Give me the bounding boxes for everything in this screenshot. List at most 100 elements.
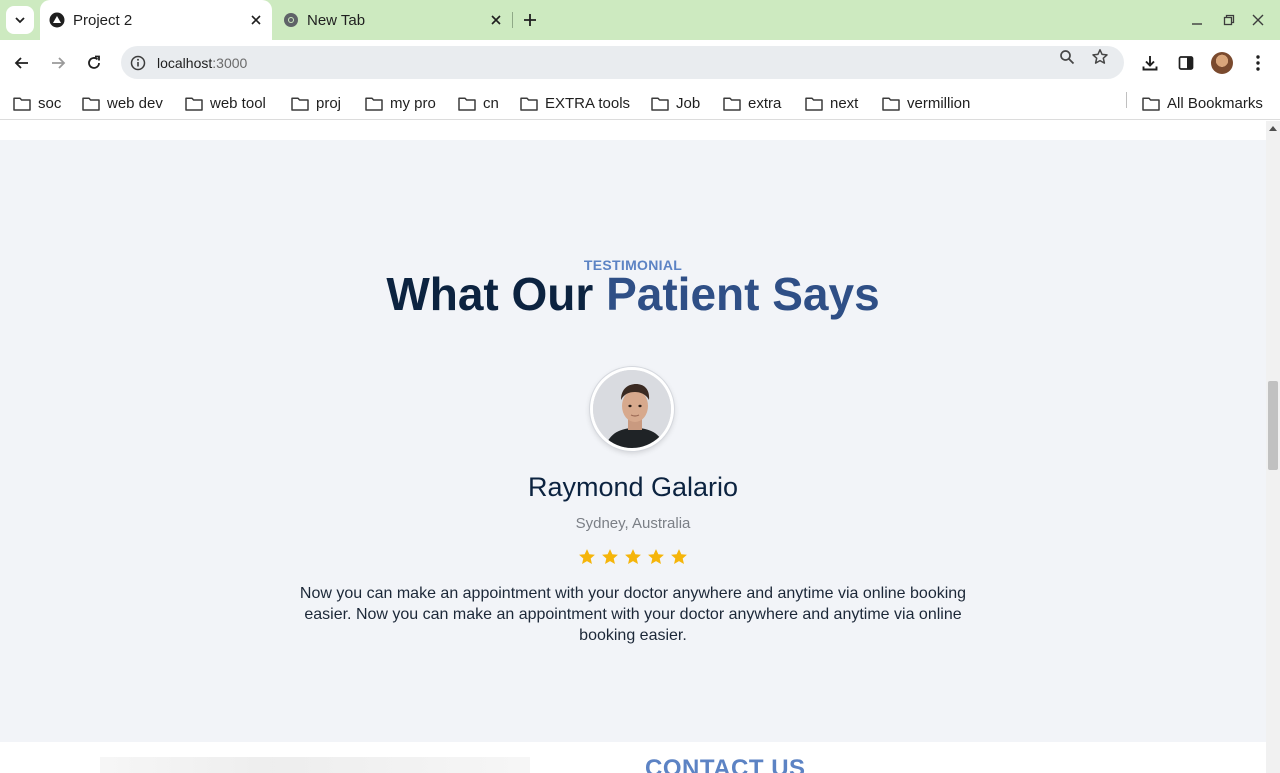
bookmark-label: All Bookmarks	[1167, 94, 1263, 112]
bookmark-folder-web-dev[interactable]: web dev	[82, 92, 163, 114]
tab-new-tab[interactable]: New Tab	[274, 0, 512, 40]
scroll-up-button[interactable]	[1266, 121, 1280, 135]
bookmark-label: proj	[316, 94, 342, 112]
triangle-up-icon	[1269, 126, 1277, 131]
star-icon	[671, 549, 687, 565]
close-icon	[1252, 14, 1264, 26]
bookmark-folder-my-pro[interactable]: my pro	[365, 92, 436, 114]
site-info-icon[interactable]	[129, 54, 147, 72]
folder-icon	[365, 96, 383, 111]
bookmark-star-button[interactable]	[1090, 47, 1110, 67]
forward-button[interactable]	[44, 49, 72, 77]
contact-image	[100, 757, 530, 773]
tab-title: New Tab	[307, 11, 366, 29]
side-panel-button[interactable]	[1175, 52, 1197, 74]
patient-location: Sydney, Australia	[575, 515, 691, 532]
back-button[interactable]	[8, 49, 36, 77]
reload-icon	[88, 55, 100, 69]
address-bar[interactable]: localhost:3000	[121, 46, 1124, 79]
folder-icon	[13, 96, 31, 111]
bookmark-label: web dev	[107, 94, 163, 112]
folder-icon	[185, 96, 203, 111]
star-outline-icon	[1092, 49, 1108, 64]
bookmark-folder-extra-tools[interactable]: EXTRA tools	[520, 92, 630, 114]
arrow-right-icon	[52, 57, 66, 69]
tab-title: Project 2	[73, 11, 133, 29]
page-viewport: TESTIMONIAL What Our Patient Says Raymon…	[0, 121, 1266, 773]
bookmark-folder-proj[interactable]: proj	[291, 92, 341, 114]
folder-icon	[82, 96, 100, 111]
plus-icon	[524, 14, 536, 26]
bookmark-label: extra	[748, 94, 782, 112]
profile-avatar[interactable]	[1211, 52, 1233, 74]
bookmark-folder-web-tool[interactable]: web tool	[185, 92, 266, 114]
bookmark-folder-extra[interactable]: extra	[723, 92, 781, 114]
chrome-icon	[283, 12, 299, 28]
star-rating	[0, 548, 1266, 566]
bookmark-label: EXTRA tools	[545, 94, 631, 112]
zoom-button[interactable]	[1057, 47, 1077, 67]
patient-name: Raymond Galario	[527, 472, 739, 502]
new-tab-button[interactable]	[518, 8, 542, 32]
bookmark-label: cn	[483, 94, 499, 112]
close-window-button[interactable]	[1246, 8, 1270, 32]
bookmark-label: Job	[676, 94, 701, 112]
patient-avatar	[590, 367, 674, 451]
heading-accent: Patient Says	[606, 268, 880, 320]
bookmark-label: vermillion	[907, 94, 971, 112]
browser-toolbar: localhost:3000	[0, 40, 1280, 86]
bookmarks-bar: soc web dev web tool proj my pro cn EXTR…	[0, 86, 1280, 120]
bookmark-folder-soc[interactable]: soc	[13, 92, 61, 114]
tab-divider	[512, 12, 513, 28]
star-icon	[625, 549, 641, 565]
star-icon	[579, 549, 595, 565]
more-vertical-icon	[1256, 55, 1260, 71]
bookmark-folder-vermillion[interactable]: vermillion	[882, 92, 970, 114]
downloads-button[interactable]	[1139, 52, 1161, 74]
close-icon	[251, 15, 261, 25]
magnifier-icon	[1060, 50, 1075, 65]
tab-strip: Project 2 New Tab	[0, 0, 1280, 40]
bookmark-folder-cn[interactable]: cn	[458, 92, 499, 114]
browser-menu-button[interactable]	[1247, 52, 1269, 74]
close-tab-button[interactable]	[246, 10, 266, 30]
contact-heading: CONTACT US	[645, 755, 806, 773]
folder-icon	[882, 96, 900, 111]
bookmark-folder-job[interactable]: Job	[651, 92, 700, 114]
folder-icon	[723, 96, 741, 111]
restore-icon	[1223, 14, 1235, 26]
folder-icon	[458, 96, 476, 111]
minimize-icon	[1192, 23, 1202, 25]
minimize-button[interactable]	[1185, 8, 1209, 32]
bookmark-label: next	[830, 94, 859, 112]
star-icon	[648, 549, 664, 565]
bookmark-folder-next[interactable]: next	[805, 92, 858, 114]
url-text[interactable]: localhost:3000	[157, 55, 247, 71]
folder-icon	[651, 96, 669, 111]
close-icon	[491, 15, 501, 25]
scrollbar-thumb[interactable]	[1268, 381, 1278, 470]
tab-project-2[interactable]: Project 2	[40, 0, 272, 40]
heading-main: What Our	[386, 268, 607, 320]
testimonial-section: TESTIMONIAL What Our Patient Says Raymon…	[0, 140, 1266, 742]
nextjs-icon	[49, 12, 65, 28]
arrow-left-icon	[14, 57, 28, 69]
folder-icon	[805, 96, 823, 111]
all-bookmarks-button[interactable]: All Bookmarks	[1142, 92, 1263, 114]
bookmarks-divider	[1126, 92, 1127, 108]
bookmark-label: soc	[38, 94, 62, 112]
chevron-down-icon	[15, 17, 25, 24]
restore-button[interactable]	[1217, 8, 1241, 32]
bookmark-label: web tool	[210, 94, 266, 112]
close-tab-button[interactable]	[486, 10, 506, 30]
folder-icon	[520, 96, 538, 111]
testimonial-quote: Now you can make an appointment with you…	[299, 585, 967, 644]
folder-icon	[291, 96, 309, 111]
reload-button[interactable]	[80, 49, 108, 77]
download-icon	[1142, 56, 1158, 71]
tab-search-button[interactable]	[6, 6, 34, 34]
side-panel-icon	[1178, 56, 1194, 70]
url-host: localhost	[157, 54, 213, 71]
url-port: :3000	[212, 54, 248, 71]
bookmark-label: my pro	[390, 94, 436, 112]
